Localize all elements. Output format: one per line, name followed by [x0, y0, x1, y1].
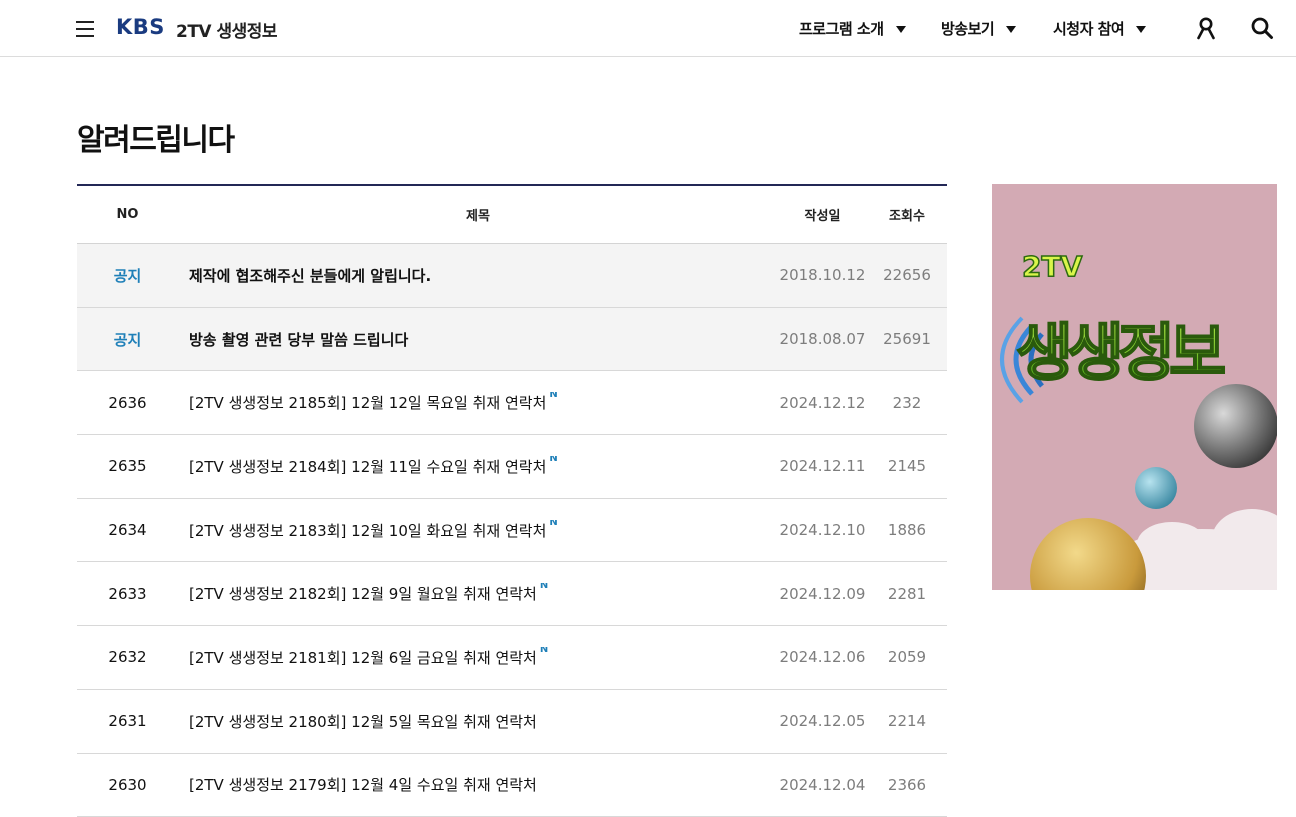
- row-title-link[interactable]: [2TV 생생정보 2185회] 12월 12일 목요일 취재 연락처: [189, 394, 546, 412]
- row-title-link[interactable]: [2TV 생생정보 2180회] 12월 5일 목요일 취재 연락처: [189, 713, 537, 731]
- row-date: 2024.12.06: [778, 648, 867, 666]
- user-icon[interactable]: [1194, 16, 1218, 40]
- notice-row[interactable]: 공지 제작에 협조해주신 분들에게 알립니다. 2018.10.1222656: [77, 244, 947, 308]
- table-row[interactable]: 2635[2TV 생생정보 2184회] 12월 11일 수요일 취재 연락처N…: [77, 435, 947, 499]
- row-title-cell: [2TV 생생정보 2183회] 12월 10일 화요일 취재 연락처N: [178, 520, 778, 541]
- table-row[interactable]: 2631 [2TV 생생정보 2180회] 12월 5일 목요일 취재 연락처 20…: [77, 690, 947, 754]
- new-badge: N: [549, 392, 557, 400]
- row-no: 공지: [77, 265, 178, 286]
- row-views: 25691: [867, 330, 947, 348]
- new-badge: N: [540, 647, 548, 655]
- nav-watch-label: 방송보기: [941, 18, 994, 39]
- board-header-row: NO 제목 작성일 조회수: [77, 186, 947, 244]
- column-header-views: 조회수: [867, 205, 947, 224]
- row-title-link[interactable]: 방송 촬영 관련 당부 말씀 드립니다: [189, 331, 408, 349]
- nav-program-intro[interactable]: 프로그램 소개: [799, 18, 906, 39]
- notice-row[interactable]: 공지 방송 촬영 관련 당부 말씀 드립니다 2018.08.0725691: [77, 308, 947, 372]
- row-date: 2018.10.12: [778, 266, 867, 284]
- row-title-link[interactable]: [2TV 생생정보 2179회] 12월 4일 수요일 취재 연락처: [189, 776, 537, 794]
- new-badge: N: [540, 583, 548, 591]
- new-badge: N: [549, 456, 557, 464]
- row-no: 2635: [77, 457, 178, 475]
- banner-badge: 2TV: [1022, 250, 1083, 283]
- nav-viewer-participation-label: 시청자 참여: [1053, 18, 1124, 39]
- row-views: 2214: [867, 712, 947, 730]
- column-header-title: 제목: [178, 205, 778, 224]
- new-badge: N: [549, 520, 557, 528]
- table-row[interactable]: 2634[2TV 생생정보 2183회] 12월 10일 화요일 취재 연락처N…: [77, 499, 947, 563]
- table-row[interactable]: 2633[2TV 생생정보 2182회] 12월 9일 월요일 취재 연락처N2…: [77, 562, 947, 626]
- row-no: 2630: [77, 776, 178, 794]
- row-title-link[interactable]: 제작에 협조해주신 분들에게 알립니다.: [189, 267, 431, 285]
- caret-down-icon: [896, 26, 906, 33]
- banner-logo-text: 생생정보: [1016, 316, 1224, 389]
- program-logo[interactable]: 2TV 생생정보: [176, 17, 277, 42]
- row-no: 2634: [77, 521, 178, 539]
- row-views: 2059: [867, 648, 947, 666]
- row-title-link[interactable]: [2TV 생생정보 2182회] 12월 9일 월요일 취재 연락처: [189, 585, 537, 603]
- row-title-link[interactable]: [2TV 생생정보 2184회] 12월 11일 수요일 취재 연락처: [189, 458, 546, 476]
- row-title-cell: 제작에 협조해주신 분들에게 알립니다.: [178, 265, 778, 286]
- row-date: 2024.12.05: [778, 712, 867, 730]
- search-icon[interactable]: [1250, 16, 1274, 40]
- row-title-cell: [2TV 생생정보 2180회] 12월 5일 목요일 취재 연락처: [178, 711, 778, 732]
- row-title-cell: [2TV 생생정보 2185회] 12월 12일 목요일 취재 연락처N: [178, 392, 778, 413]
- row-no: 2632: [77, 648, 178, 666]
- nav-program-intro-label: 프로그램 소개: [799, 18, 884, 39]
- row-date: 2024.12.12: [778, 394, 867, 412]
- row-no: 2631: [77, 712, 178, 730]
- row-date: 2024.12.10: [778, 521, 867, 539]
- caret-down-icon: [1136, 26, 1146, 33]
- column-header-date: 작성일: [778, 205, 867, 224]
- row-no: 2633: [77, 585, 178, 603]
- banner-artwork: 2TV 생생정보: [992, 184, 1277, 590]
- table-row[interactable]: 2636[2TV 생생정보 2185회] 12월 12일 목요일 취재 연락처N…: [77, 371, 947, 435]
- row-views: 22656: [867, 266, 947, 284]
- row-no: 공지: [77, 329, 178, 350]
- table-row[interactable]: 2630 [2TV 생생정보 2179회] 12월 4일 수요일 취재 연락처 20…: [77, 754, 947, 817]
- row-title-link[interactable]: [2TV 생생정보 2183회] 12월 10일 화요일 취재 연락처: [189, 522, 546, 540]
- column-header-no: NO: [77, 207, 178, 222]
- row-date: 2024.12.04: [778, 776, 867, 794]
- nav-viewer-participation[interactable]: 시청자 참여: [1053, 18, 1146, 39]
- row-title-cell: 방송 촬영 관련 당부 말씀 드립니다: [178, 329, 778, 350]
- row-date: 2024.12.09: [778, 585, 867, 603]
- table-row[interactable]: 2632[2TV 생생정보 2181회] 12월 6일 금요일 취재 연락처N2…: [77, 626, 947, 690]
- row-no: 2636: [77, 394, 178, 412]
- row-date: 2018.08.07: [778, 330, 867, 348]
- notice-board: NO 제목 작성일 조회수 공지 제작에 협조해주신 분들에게 알립니다. 2018…: [77, 184, 947, 817]
- row-title-cell: [2TV 생생정보 2182회] 12월 9일 월요일 취재 연락처N: [178, 583, 778, 604]
- row-date: 2024.12.11: [778, 457, 867, 475]
- program-banner[interactable]: 2TV 생생정보: [992, 184, 1277, 590]
- row-title-cell: [2TV 생생정보 2179회] 12월 4일 수요일 취재 연락처: [178, 774, 778, 795]
- kbs-logo[interactable]: KBS: [116, 15, 165, 39]
- hamburger-menu-icon[interactable]: [76, 21, 94, 37]
- row-title-link[interactable]: [2TV 생생정보 2181회] 12월 6일 금요일 취재 연락처: [189, 649, 537, 667]
- site-header: KBS 2TV 생생정보 프로그램 소개 방송보기 시청자 참여: [0, 0, 1296, 57]
- row-title-cell: [2TV 생생정보 2184회] 12월 11일 수요일 취재 연락처N: [178, 456, 778, 477]
- page-title: 알려드립니다: [77, 115, 234, 159]
- nav-watch[interactable]: 방송보기: [941, 18, 1016, 39]
- row-views: 2366: [867, 776, 947, 794]
- row-views: 2281: [867, 585, 947, 603]
- row-views: 2145: [867, 457, 947, 475]
- row-views: 1886: [867, 521, 947, 539]
- caret-down-icon: [1006, 26, 1016, 33]
- row-views: 232: [867, 394, 947, 412]
- board-body: 공지제작에 협조해주신 분들에게 알립니다.2018.10.1222656공지방…: [77, 244, 947, 817]
- row-title-cell: [2TV 생생정보 2181회] 12월 6일 금요일 취재 연락처N: [178, 647, 778, 668]
